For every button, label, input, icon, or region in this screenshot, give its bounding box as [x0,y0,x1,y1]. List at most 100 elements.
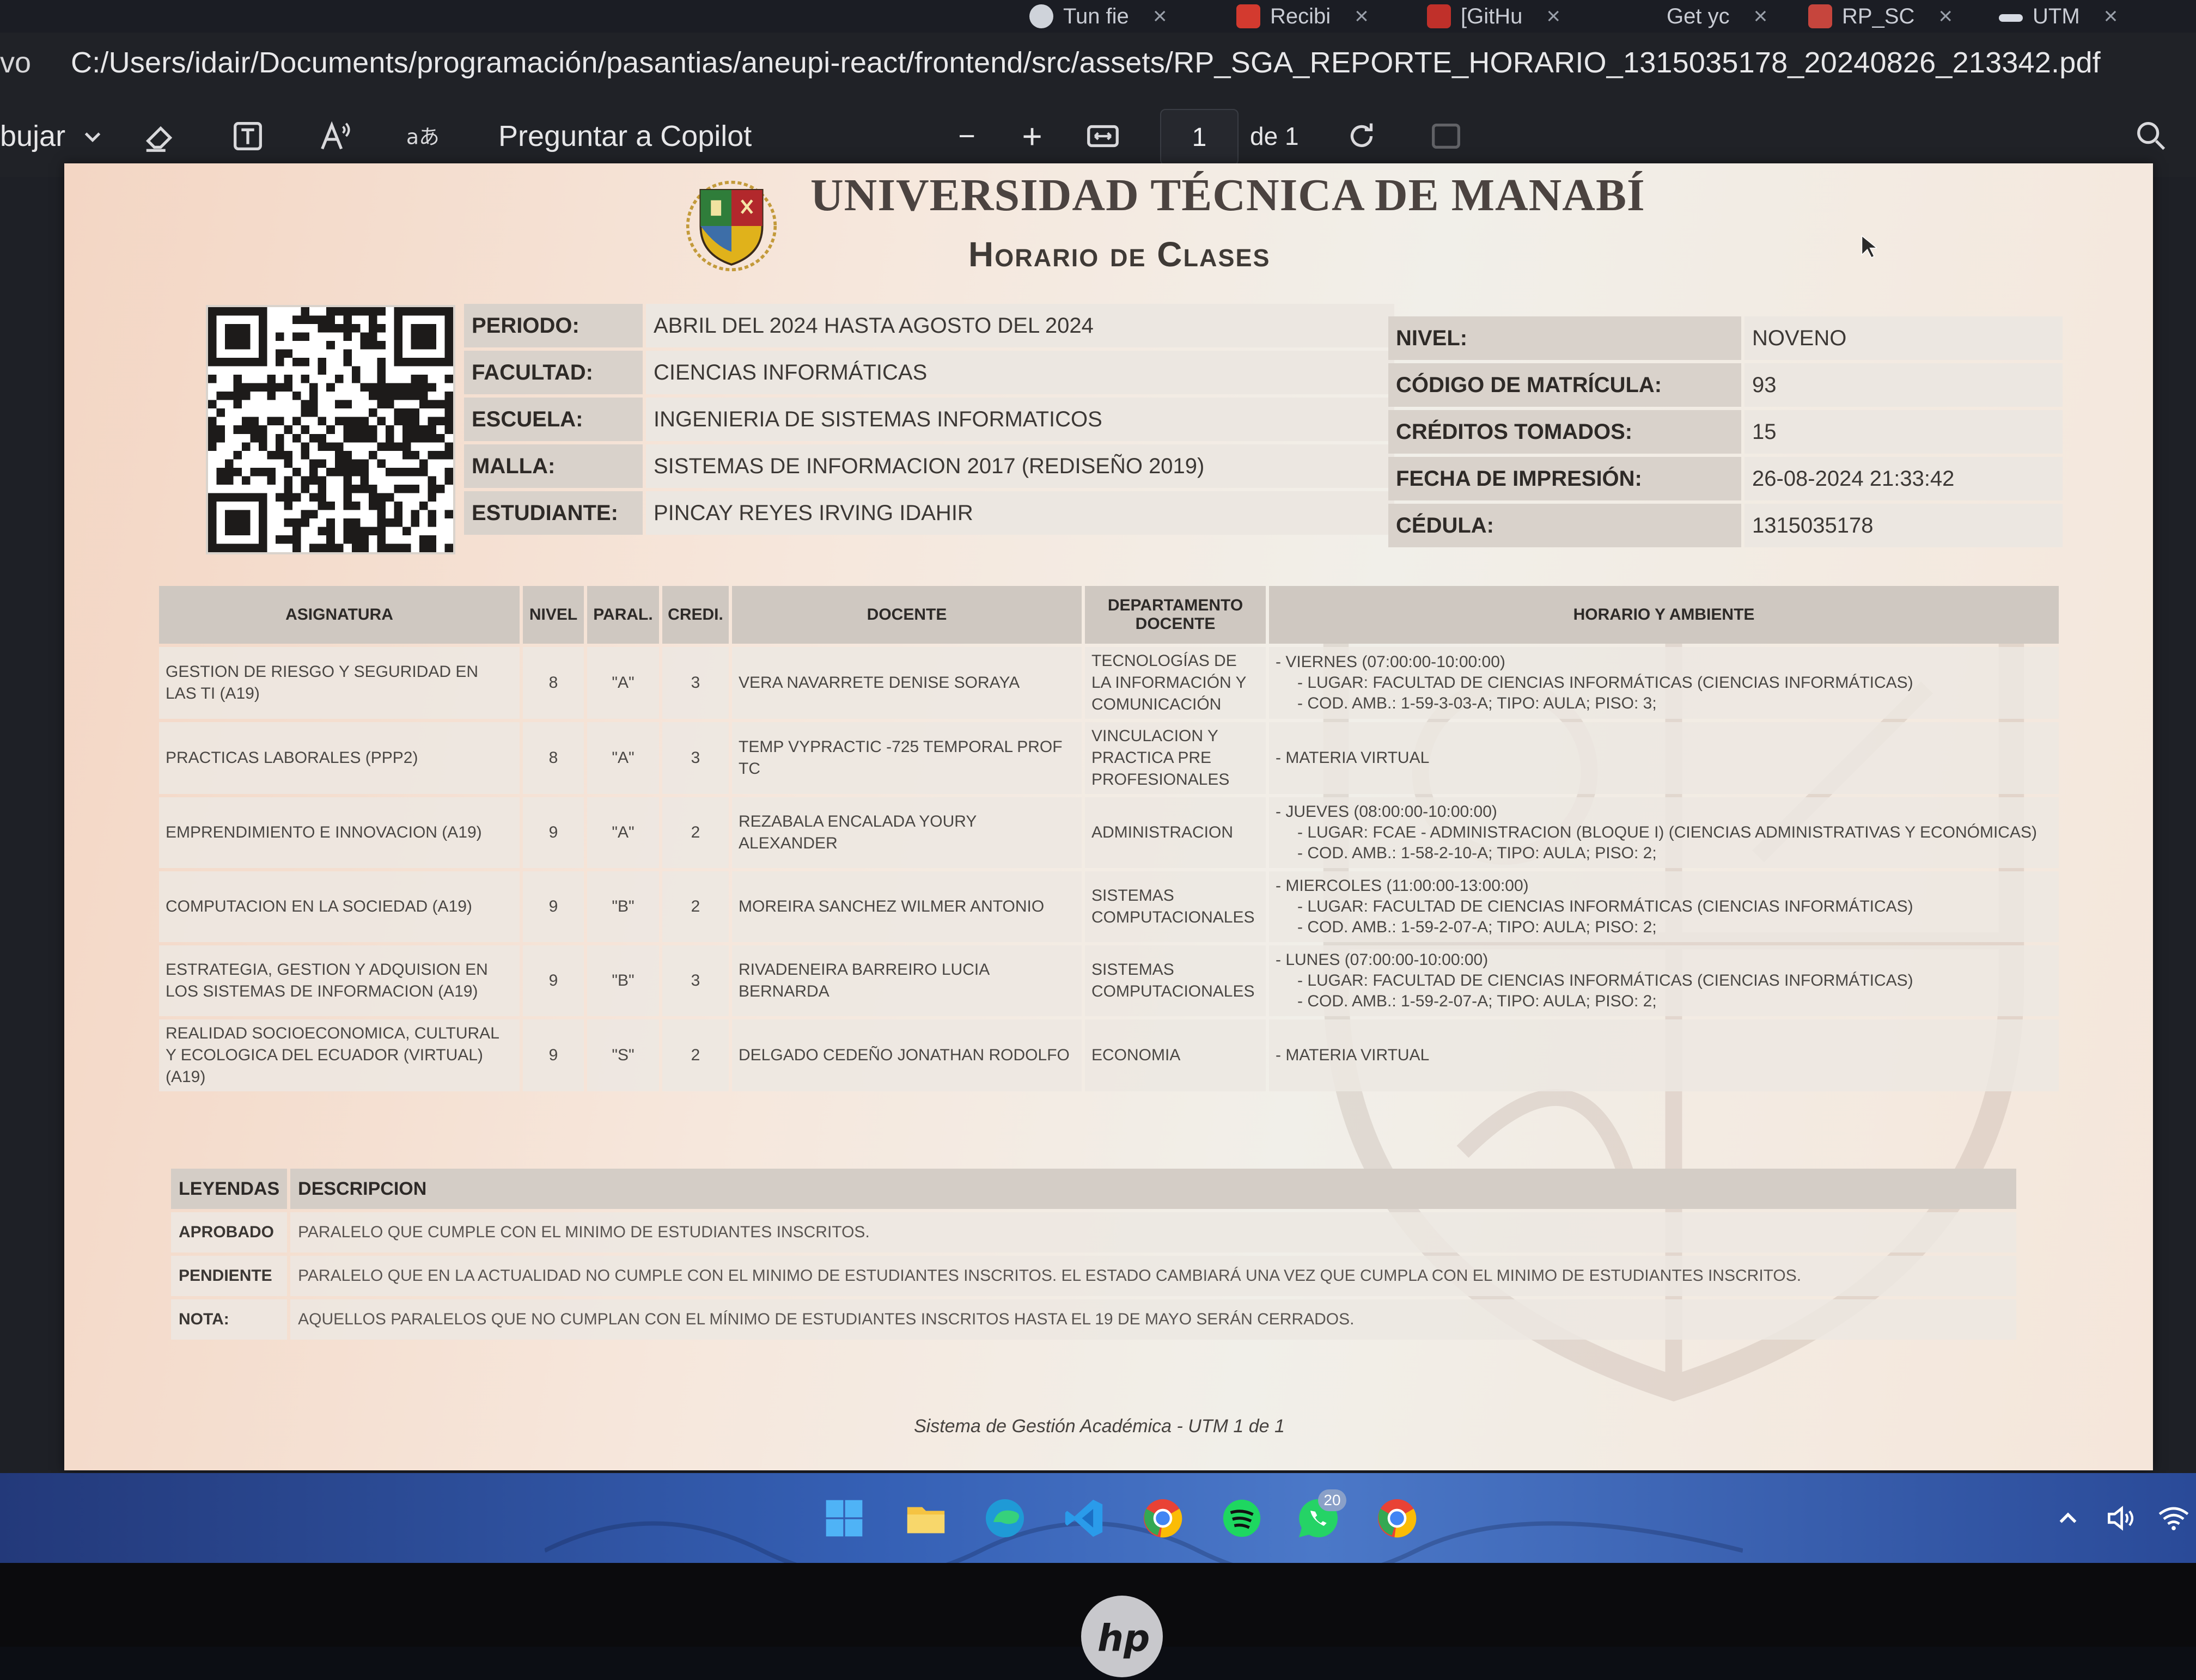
legend-desc: PARALELO QUE CUMPLE CON EL MINIMO DE EST… [290,1212,2016,1253]
cell-creditos: 3 [662,945,729,1016]
file-explorer-icon [907,1507,945,1534]
whatsapp-badge: 20 [1318,1489,1346,1511]
cell-paralelo: "B" [587,945,659,1016]
tab-4[interactable]: Get yc × [1667,0,1767,33]
legend-col-descripcion: DESCRIPCION [290,1169,2016,1209]
copilot-label: Preguntar a Copilot [498,120,752,152]
value-fecha: 26-08-2024 21:33:42 [1744,457,2063,500]
github-tab-icon [1427,4,1451,28]
cell-docente: VERA NAVARRETE DENISE SORAYA [732,647,1082,719]
rotate-button[interactable] [1340,114,1383,158]
fit-width-button[interactable] [1081,114,1125,158]
close-tab-icon[interactable]: × [1546,3,1560,30]
schedule-row: PRACTICAS LABORALES (PPP2) 8 "A" 3 TEMP VYPR… [159,722,2059,794]
label-facultad: FACULTAD: [464,351,643,394]
info-row-fecha: FECHA DE IMPRESIÓN: 26-08-2024 21:33:42 [1388,457,2063,500]
cell-creditos: 2 [662,797,729,868]
taskbar-file-explorer[interactable] [901,1494,950,1543]
address-bar[interactable]: vo C:/Users/idair/Documents/programación… [0,33,2196,93]
volume-icon [2108,1505,2134,1531]
close-tab-icon[interactable]: × [1938,3,1953,30]
translate-icon: aあ [406,125,440,149]
volume-button[interactable] [2103,1473,2137,1563]
browser-tab-strip: Tun fie × Recibi × [GitHu × Get yc × RP_… [0,0,2196,33]
legend-col-leyendas: LEYENDAS [171,1169,288,1209]
info-row-estudiante: ESTUDIANTE: PINCAY REYES IRVING IDAHIR [464,491,1394,535]
value-periodo: ABRIL DEL 2024 HASTA AGOSTO DEL 2024 [646,304,1394,347]
text-box-button[interactable] [226,114,270,158]
mail-tab-icon [1236,4,1260,28]
pdf-page: UNIVERSIDAD TÉCNICA DE MANABÍ Horario de… [64,163,2153,1470]
cell-nivel: 8 [523,647,584,719]
close-tab-icon[interactable]: × [2104,3,2118,30]
taskbar-vscode[interactable] [1059,1494,1108,1543]
value-matricula: 93 [1744,363,2063,407]
tab-5[interactable]: RP_SC × [1808,0,1953,33]
erase-button[interactable] [139,114,182,158]
value-nivel: NOVENO [1744,316,2063,360]
cell-asignatura: ESTRATEGIA, GESTION Y ADQUISION EN LOS S… [159,945,520,1016]
page-number-input[interactable]: 1 [1160,109,1239,166]
tray-overflow-button[interactable] [2053,1473,2083,1563]
student-info-right: NIVEL: NOVENO CÓDIGO DE MATRÍCULA: 93 CR… [1385,313,2066,551]
tab-1[interactable]: Tun fie × [1029,0,1167,33]
info-row-escuela: ESCUELA: INGENIERIA DE SISTEMAS INFORMAT… [464,398,1394,441]
cell-nivel: 9 [523,871,584,942]
close-tab-icon[interactable]: × [1754,3,1768,30]
document-title: Horario de Clases [968,235,1271,274]
chevron-down-icon [84,132,101,143]
taskbar-edge[interactable] [980,1494,1029,1543]
address-prefix: vo [0,46,32,79]
draw-button[interactable]: bujar [0,114,65,158]
horario-line: - MIERCOLES (11:00:00-13:00:00) [1276,877,1529,895]
legend-key: PENDIENTE [171,1256,288,1296]
student-info-left: PERIODO: ABRIL DEL 2024 HASTA AGOSTO DEL… [461,301,1398,538]
cell-creditos: 2 [662,871,729,942]
schedule-row: ESTRATEGIA, GESTION Y ADQUISION EN LOS S… [159,945,2059,1016]
horario-line: - LUGAR: FACULTAD DE CIENCIAS INFORMÁTIC… [1297,972,1913,989]
copilot-button[interactable]: Preguntar a Copilot [498,114,752,158]
label-nivel: NIVEL: [1388,316,1741,360]
label-periodo: PERIODO: [464,304,643,347]
horario-line: - LUGAR: FACULTAD DE CIENCIAS INFORMÁTIC… [1297,674,1913,692]
tab-2[interactable]: Recibi × [1236,0,1369,33]
read-aloud-button[interactable] [313,114,357,158]
horario-line: - VIERNES (07:00:00-10:00:00) [1276,653,1505,671]
cell-docente: MOREIRA SANCHEZ WILMER ANTONIO [732,871,1082,942]
cell-departamento: SISTEMAS COMPUTACIONALES [1085,871,1266,942]
legend-header-row: LEYENDAS DESCRIPCION [171,1169,2016,1209]
cell-paralelo: "S" [587,1019,659,1091]
start-button[interactable] [820,1494,869,1543]
svg-text:aあ: aあ [406,125,440,149]
translate-button[interactable]: aあ [400,114,444,158]
taskbar-chrome-profile[interactable] [1372,1494,1422,1543]
cell-horario: - JUEVES (08:00:00-10:00:00) - LUGAR: FCA… [1269,797,2059,868]
tab-6[interactable]: UTM × [1999,0,2118,33]
taskbar-chrome[interactable] [1138,1494,1187,1543]
chrome-tab-icon [1029,4,1053,28]
chevron-up-icon [2059,1512,2077,1523]
url-text[interactable]: C:/Users/idair/Documents/programación/pa… [71,46,2101,80]
cell-paralelo: "A" [587,797,659,868]
info-row-nivel: NIVEL: NOVENO [1388,316,2063,360]
cell-asignatura: PRACTICAS LABORALES (PPP2) [159,722,520,794]
minus-icon: − [958,120,975,152]
draw-dropdown[interactable] [76,114,109,158]
zoom-in-button[interactable]: + [1010,114,1054,158]
close-tab-icon[interactable]: × [1355,3,1369,30]
tab-label: [GitHu [1461,4,1523,28]
wifi-icon [2158,1507,2189,1530]
tab-label: Tun fie [1063,4,1129,28]
label-estudiante: ESTUDIANTE: [464,491,643,535]
tab-label: UTM [2033,4,2080,28]
legend-key: APROBADO [171,1212,288,1253]
two-page-button[interactable] [1424,114,1468,158]
wifi-button[interactable] [2157,1473,2191,1563]
tab-3[interactable]: [GitHu × [1427,0,1560,33]
cell-horario: - MIERCOLES (11:00:00-13:00:00) - LUGAR: … [1269,871,2059,942]
close-tab-icon[interactable]: × [1153,3,1167,30]
zoom-out-button[interactable]: − [945,114,989,158]
col-docente: DOCENTE [732,586,1082,644]
search-button[interactable] [2130,114,2173,158]
taskbar-spotify[interactable] [1217,1494,1266,1543]
